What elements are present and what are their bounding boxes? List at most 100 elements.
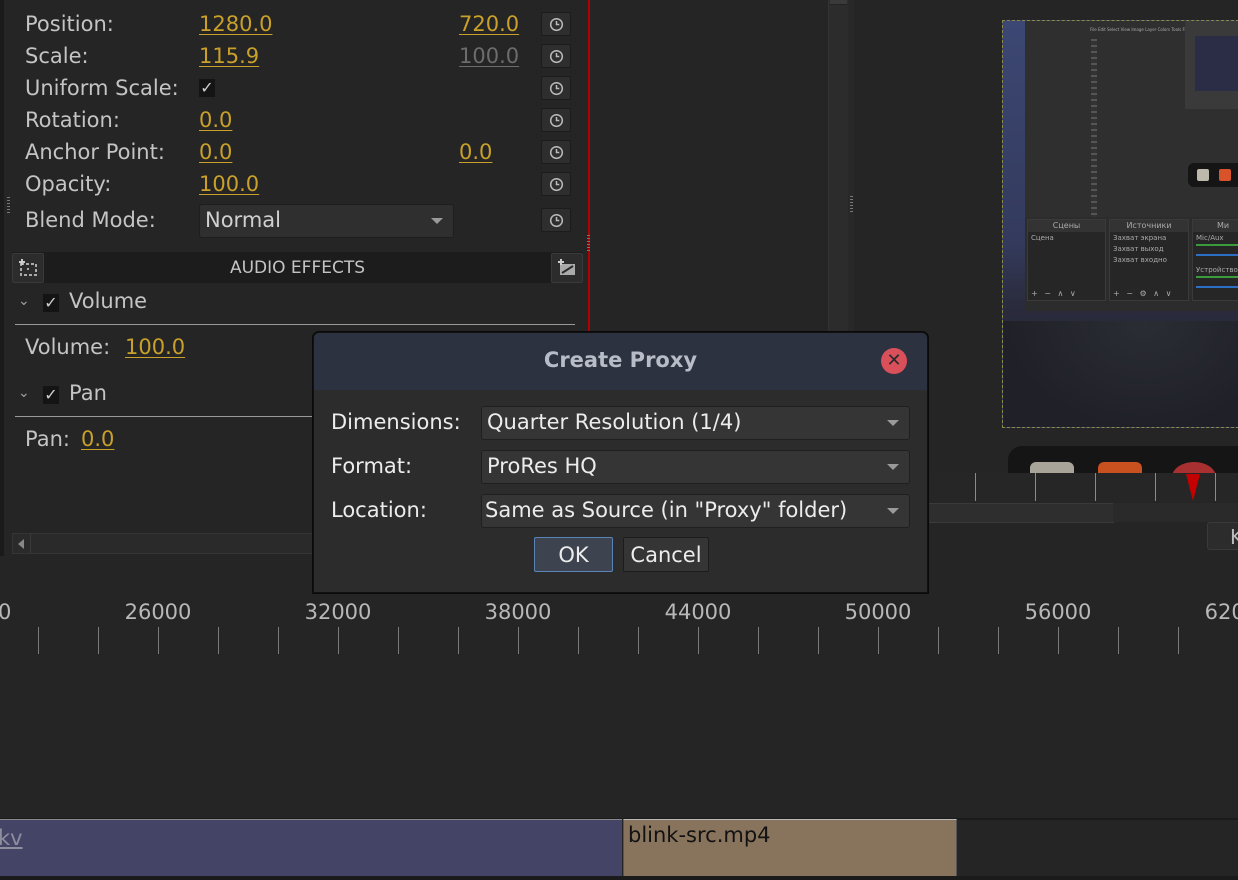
clock-icon bbox=[549, 213, 563, 227]
chevron-down-icon[interactable]: ⌄ bbox=[18, 385, 30, 401]
software-center-icon bbox=[1219, 169, 1231, 181]
rotation-keyframe-button[interactable] bbox=[541, 108, 571, 132]
ruler-tick bbox=[458, 627, 459, 654]
vertical-scrollbar[interactable] bbox=[828, 0, 849, 332]
horizontal-scrollbar[interactable] bbox=[12, 533, 317, 554]
dimensions-select[interactable]: Quarter Resolution (1/4) bbox=[481, 406, 910, 440]
location-select[interactable]: Same as Source (in "Proxy" folder) bbox=[481, 494, 910, 528]
clock-icon bbox=[549, 17, 563, 31]
obs-source-item: Захват входно bbox=[1113, 256, 1167, 264]
clip-name: kv bbox=[0, 826, 23, 850]
position-y-value[interactable]: 720.0 bbox=[459, 12, 519, 36]
ruler-tick bbox=[338, 627, 339, 654]
zone-bar[interactable] bbox=[928, 503, 1114, 523]
scale-label: Scale: bbox=[25, 44, 89, 68]
scale-keyframe-button[interactable] bbox=[541, 44, 571, 68]
uniform-scale-keyframe-button[interactable] bbox=[541, 76, 571, 100]
ok-button[interactable]: OK bbox=[534, 537, 613, 572]
divider bbox=[15, 324, 575, 325]
preview-landscape bbox=[1003, 321, 1238, 427]
ruler-tick bbox=[518, 627, 519, 654]
audio-effects-title: AUDIO EFFECTS bbox=[229, 258, 366, 278]
anchor-y-value[interactable]: 0.0 bbox=[459, 140, 492, 164]
dropdown-arrow-icon bbox=[887, 464, 899, 470]
ruler-tick bbox=[1035, 473, 1036, 501]
blend-mode-label: Blend Mode: bbox=[25, 208, 156, 232]
resize-grip[interactable] bbox=[850, 196, 853, 214]
opacity-value[interactable]: 100.0 bbox=[199, 172, 259, 196]
nested-dock bbox=[1188, 163, 1238, 187]
dialog-title: Create Proxy bbox=[543, 348, 698, 372]
obs-scene-buttons: + − ∧ ∨ bbox=[1031, 289, 1078, 298]
clock-icon bbox=[549, 145, 563, 159]
ruler-label: 32000 bbox=[304, 600, 372, 624]
nested-toolbox bbox=[1091, 39, 1097, 219]
video-preview[interactable]: File Edit Select View Image Layer Colors… bbox=[1002, 20, 1238, 428]
position-label: Position: bbox=[25, 12, 114, 36]
remove-effect-button[interactable] bbox=[551, 253, 583, 283]
audio-meter bbox=[1196, 276, 1238, 278]
ruler-tick bbox=[1095, 473, 1096, 501]
timeline-clip[interactable]: blink-src.mp4 bbox=[623, 819, 957, 877]
format-label: Format: bbox=[331, 454, 413, 478]
clock-icon bbox=[549, 49, 563, 63]
timeline-clip[interactable]: kv bbox=[0, 819, 622, 877]
nested-screenshot-window: File Edit Select View Image Layer Colors… bbox=[1025, 21, 1238, 231]
scale-x-value[interactable]: 115.9 bbox=[199, 44, 259, 68]
anchor-x-value[interactable]: 0.0 bbox=[199, 140, 232, 164]
format-select[interactable]: ProRes HQ bbox=[481, 450, 910, 484]
audio-meter bbox=[1196, 244, 1238, 246]
monitor-button[interactable]: K bbox=[1207, 522, 1238, 550]
obs-mixer-panel: Ми Mic/Aux Устройство bbox=[1192, 219, 1238, 301]
scale-y-value[interactable]: 100.0 bbox=[459, 44, 519, 68]
nested-obs-preview bbox=[1195, 36, 1238, 91]
resize-grip[interactable] bbox=[7, 197, 10, 215]
ruler-tick bbox=[758, 627, 759, 654]
rotation-value[interactable]: 0.0 bbox=[199, 108, 232, 132]
blend-mode-keyframe-button[interactable] bbox=[541, 208, 571, 232]
ruler-tick bbox=[998, 627, 999, 654]
files-icon bbox=[1197, 169, 1209, 181]
scrollbar-thumb[interactable] bbox=[830, 0, 847, 5]
cancel-button[interactable]: Cancel bbox=[623, 537, 709, 572]
volume-enabled-checkbox[interactable]: ✓ bbox=[43, 294, 59, 312]
ruler-tick bbox=[1215, 473, 1216, 501]
blend-mode-value: Normal bbox=[205, 208, 281, 232]
position-x-value[interactable]: 1280.0 bbox=[199, 12, 272, 36]
obs-sources-title: Источники bbox=[1110, 220, 1188, 232]
dropdown-arrow-icon bbox=[887, 508, 899, 514]
clip-name: blink-src.mp4 bbox=[628, 823, 771, 847]
ruler-tick bbox=[938, 627, 939, 654]
nested-obs-docks: Сцены Сцена + − ∧ ∨ Источники Захват экр… bbox=[1025, 217, 1238, 311]
obs-mixer-title: Ми bbox=[1193, 220, 1238, 232]
ruler-tick bbox=[1178, 627, 1179, 654]
scroll-left-icon[interactable] bbox=[13, 534, 31, 553]
opacity-label: Opacity: bbox=[25, 172, 112, 196]
blend-mode-select[interactable]: Normal bbox=[199, 204, 454, 238]
ruler-tick bbox=[38, 627, 39, 654]
volume-effect-title: Volume bbox=[69, 289, 148, 313]
obs-scenes-title: Сцены bbox=[1028, 220, 1105, 232]
chevron-down-icon[interactable]: ⌄ bbox=[18, 293, 30, 309]
ruler-tick bbox=[578, 627, 579, 654]
anchor-keyframe-button[interactable] bbox=[541, 140, 571, 164]
pan-enabled-checkbox[interactable]: ✓ bbox=[43, 386, 59, 404]
dialog-titlebar[interactable]: Create Proxy ✕ bbox=[314, 333, 927, 390]
ruler-tick bbox=[878, 627, 879, 654]
pan-param-label: Pan: bbox=[25, 427, 70, 451]
playhead-marker[interactable] bbox=[1186, 474, 1200, 501]
uniform-scale-checkbox[interactable]: ✓ bbox=[199, 79, 215, 97]
ruler-tick bbox=[158, 627, 159, 654]
close-button[interactable]: ✕ bbox=[881, 348, 907, 374]
opacity-keyframe-button[interactable] bbox=[541, 172, 571, 196]
obs-mixer-item: Mic/Aux bbox=[1196, 234, 1224, 242]
ruler-tick bbox=[278, 627, 279, 654]
volume-effect-header[interactable]: ⌄ ✓ Volume bbox=[15, 289, 575, 325]
panel-edge bbox=[0, 0, 4, 556]
pan-param-value[interactable]: 0.0 bbox=[81, 427, 114, 451]
volume-param-value[interactable]: 100.0 bbox=[125, 335, 185, 359]
ruler-label: 62000 bbox=[1204, 600, 1238, 624]
timeline-ruler[interactable]: 20000 26000 32000 38000 44000 50000 56000 62000 bbox=[0, 592, 1238, 662]
position-keyframe-button[interactable] bbox=[541, 12, 571, 36]
audio-effects-header: AUDIO EFFECTS bbox=[12, 252, 583, 283]
